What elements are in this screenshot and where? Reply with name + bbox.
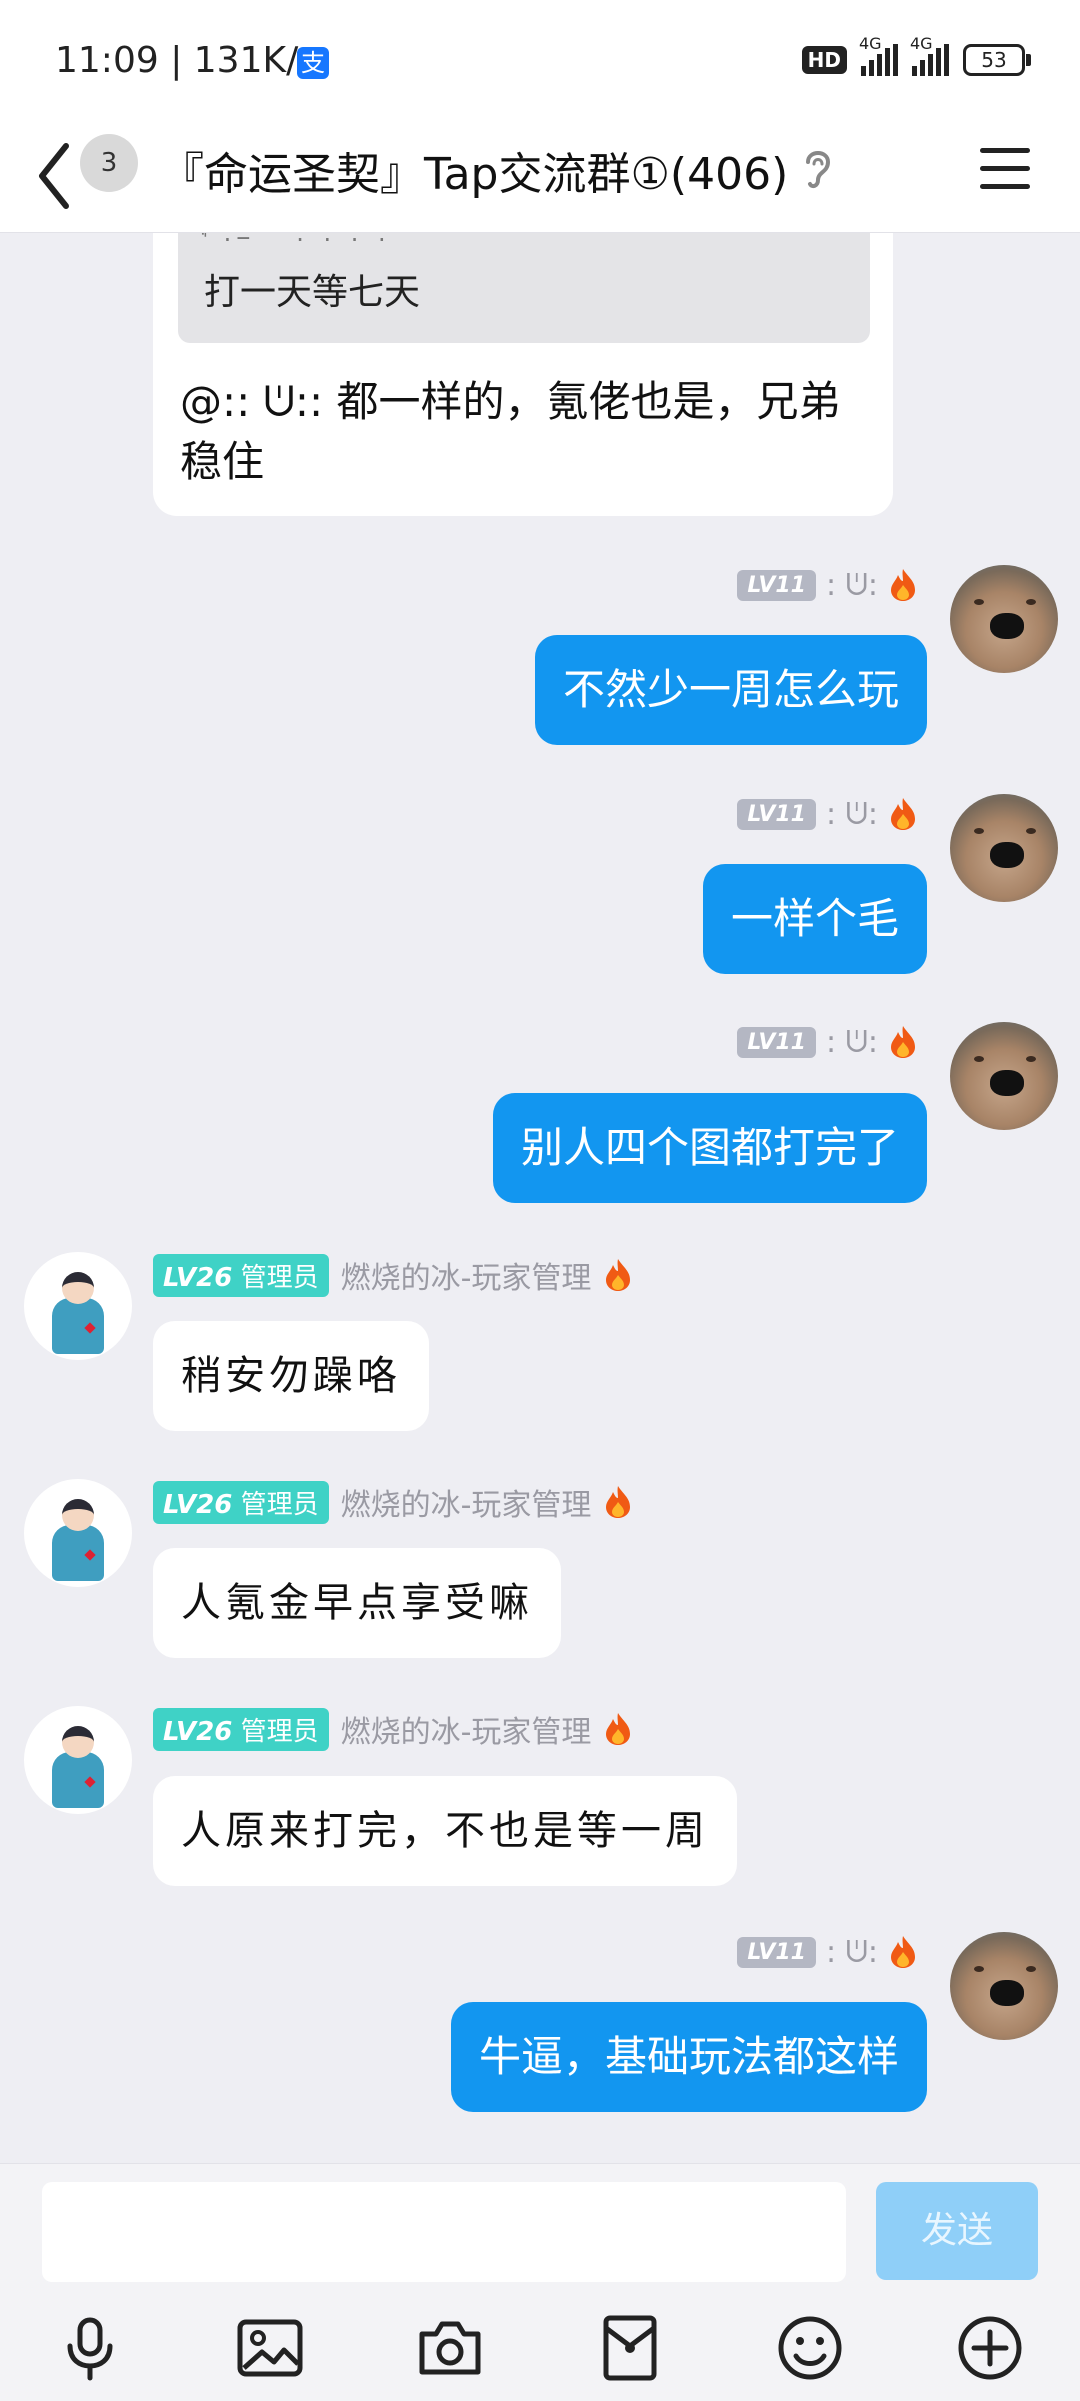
red-packet-icon[interactable] [594, 2312, 666, 2384]
user-avatar[interactable] [950, 1932, 1058, 2040]
user-avatar[interactable] [950, 565, 1058, 673]
sender-name: 燃烧的冰-玩家管理 [340, 1715, 592, 1750]
sender-name: 燃烧的冰-玩家管理 [340, 1261, 592, 1296]
fire-icon [891, 1936, 915, 1968]
signal-label: 4G [910, 34, 933, 53]
camera-icon[interactable] [414, 2312, 486, 2384]
admin-avatar[interactable] [24, 1706, 132, 1814]
quote-text: 打一天等七天 [204, 272, 421, 313]
user-avatar[interactable] [950, 794, 1058, 902]
message-list[interactable]: ꜗ ·ⲻ ̈ ̈ · · · · 打一天等七天 @꞉꞉ ᕫ꞉꞉ 都一样的，氪佬也… [0, 233, 1080, 2163]
level-text: LV26 [163, 1716, 233, 1747]
sender-name: 燃烧的冰-玩家管理 [340, 1488, 592, 1523]
message-text: 稳住 [180, 437, 265, 486]
role-text: 管理员 [240, 1489, 319, 1520]
fire-icon [606, 1713, 631, 1745]
sender-meta: LV26 管理员 燃烧的冰-玩家管理 [153, 1253, 633, 1297]
admin-level-badge: LV26 管理员 [153, 1480, 329, 1524]
emoji-icon[interactable] [774, 2312, 846, 2384]
level-text: LV26 [163, 1489, 233, 1520]
level-text: LV26 [163, 1262, 233, 1293]
back-arrow-icon[interactable] [30, 136, 80, 216]
signal-label: 4G [859, 34, 882, 53]
sender-name: ꞉ ᕫ꞉ [825, 1024, 878, 1060]
role-text: 管理员 [240, 1716, 319, 1747]
sender-meta: LV11 ꞉ ᕫ꞉ [737, 796, 918, 832]
sender-name: ꞉ ᕫ꞉ [825, 1934, 878, 1970]
group-title: 『命运圣契』Tap交流群①(406) [160, 149, 789, 200]
sender-meta: LV11 ꞉ ᕫ꞉ [737, 1934, 918, 1970]
status-bar: 11:09 | 131K/s 支 HD 4G 4G 53 [0, 0, 1080, 120]
fire-icon [891, 798, 915, 830]
message-text: @꞉꞉ ᕫ꞉꞉ 都一样的，氪佬也是，兄弟 [180, 377, 841, 426]
sender-meta: LV26 管理员 燃烧的冰-玩家管理 [153, 1480, 633, 1524]
user-avatar[interactable] [950, 1022, 1058, 1130]
fire-icon [891, 1026, 915, 1058]
admin-level-badge: LV26 管理员 [153, 1253, 329, 1297]
fire-icon [606, 1486, 631, 1518]
chat-header: 3 『命运圣契』Tap交流群①(406) [0, 120, 1080, 233]
admin-avatar[interactable] [24, 1479, 132, 1587]
message-bubble[interactable]: 牛逼，基础玩法都这样 [450, 2002, 927, 2112]
admin-avatar[interactable] [24, 1252, 132, 1360]
sender-meta: LV11 ꞉ ᕫ꞉ [737, 567, 918, 603]
sender-meta: LV26 管理员 燃烧的冰-玩家管理 [153, 1707, 633, 1751]
message-input[interactable] [42, 2182, 846, 2282]
message-bubble[interactable]: 人原来打完，不也是等一周 [153, 1776, 737, 1886]
earpiece-icon [806, 151, 831, 189]
alipay-icon: 支 [297, 47, 329, 79]
level-badge: LV11 [737, 798, 816, 830]
composer-toolbar [0, 2304, 1080, 2394]
level-badge: LV11 [737, 1026, 816, 1058]
status-time: 11:09 | 131K/s [55, 40, 317, 81]
sender-name: ꞉ ᕫ꞉ [825, 567, 878, 603]
level-badge: LV11 [737, 1936, 816, 1968]
message-composer: 发送 [0, 2163, 1080, 2401]
fire-icon [891, 569, 915, 601]
plus-icon[interactable] [954, 2312, 1026, 2384]
message-bubble[interactable]: 别人四个图都打完了 [492, 1093, 927, 1203]
unread-count-badge[interactable]: 3 [80, 134, 138, 192]
fire-icon [606, 1259, 631, 1291]
admin-level-badge: LV26 管理员 [153, 1707, 329, 1751]
microphone-icon[interactable] [54, 2312, 126, 2384]
quoted-message: ꜗ ·ⲻ ̈ ̈ · · · · 打一天等七天 [178, 233, 870, 343]
role-text: 管理员 [240, 1262, 319, 1293]
hd-icon: HD [801, 46, 847, 74]
message-bubble[interactable]: 人氪金早点享受嘛 [153, 1548, 561, 1658]
image-icon[interactable] [234, 2312, 306, 2384]
signal-icon: 4G [859, 34, 898, 76]
status-icons: HD 4G 4G 53 [801, 34, 1031, 78]
message-bubble[interactable]: 不然少一周怎么玩 [534, 635, 927, 745]
sender-meta: LV11 ꞉ ᕫ꞉ [737, 1024, 918, 1060]
level-badge: LV11 [737, 569, 816, 601]
menu-icon[interactable] [980, 148, 1030, 194]
quote-header: ꜗ ·ⲻ ̈ ̈ · · · · [204, 233, 392, 254]
sender-name: ꞉ ᕫ꞉ [825, 796, 878, 832]
battery-icon: 53 [963, 44, 1031, 76]
message-bubble[interactable]: 稍安勿躁咯 [153, 1321, 429, 1431]
message-bubble[interactable]: 一样个毛 [702, 864, 927, 974]
send-button[interactable]: 发送 [876, 2182, 1038, 2280]
signal-icon: 4G [910, 34, 949, 76]
